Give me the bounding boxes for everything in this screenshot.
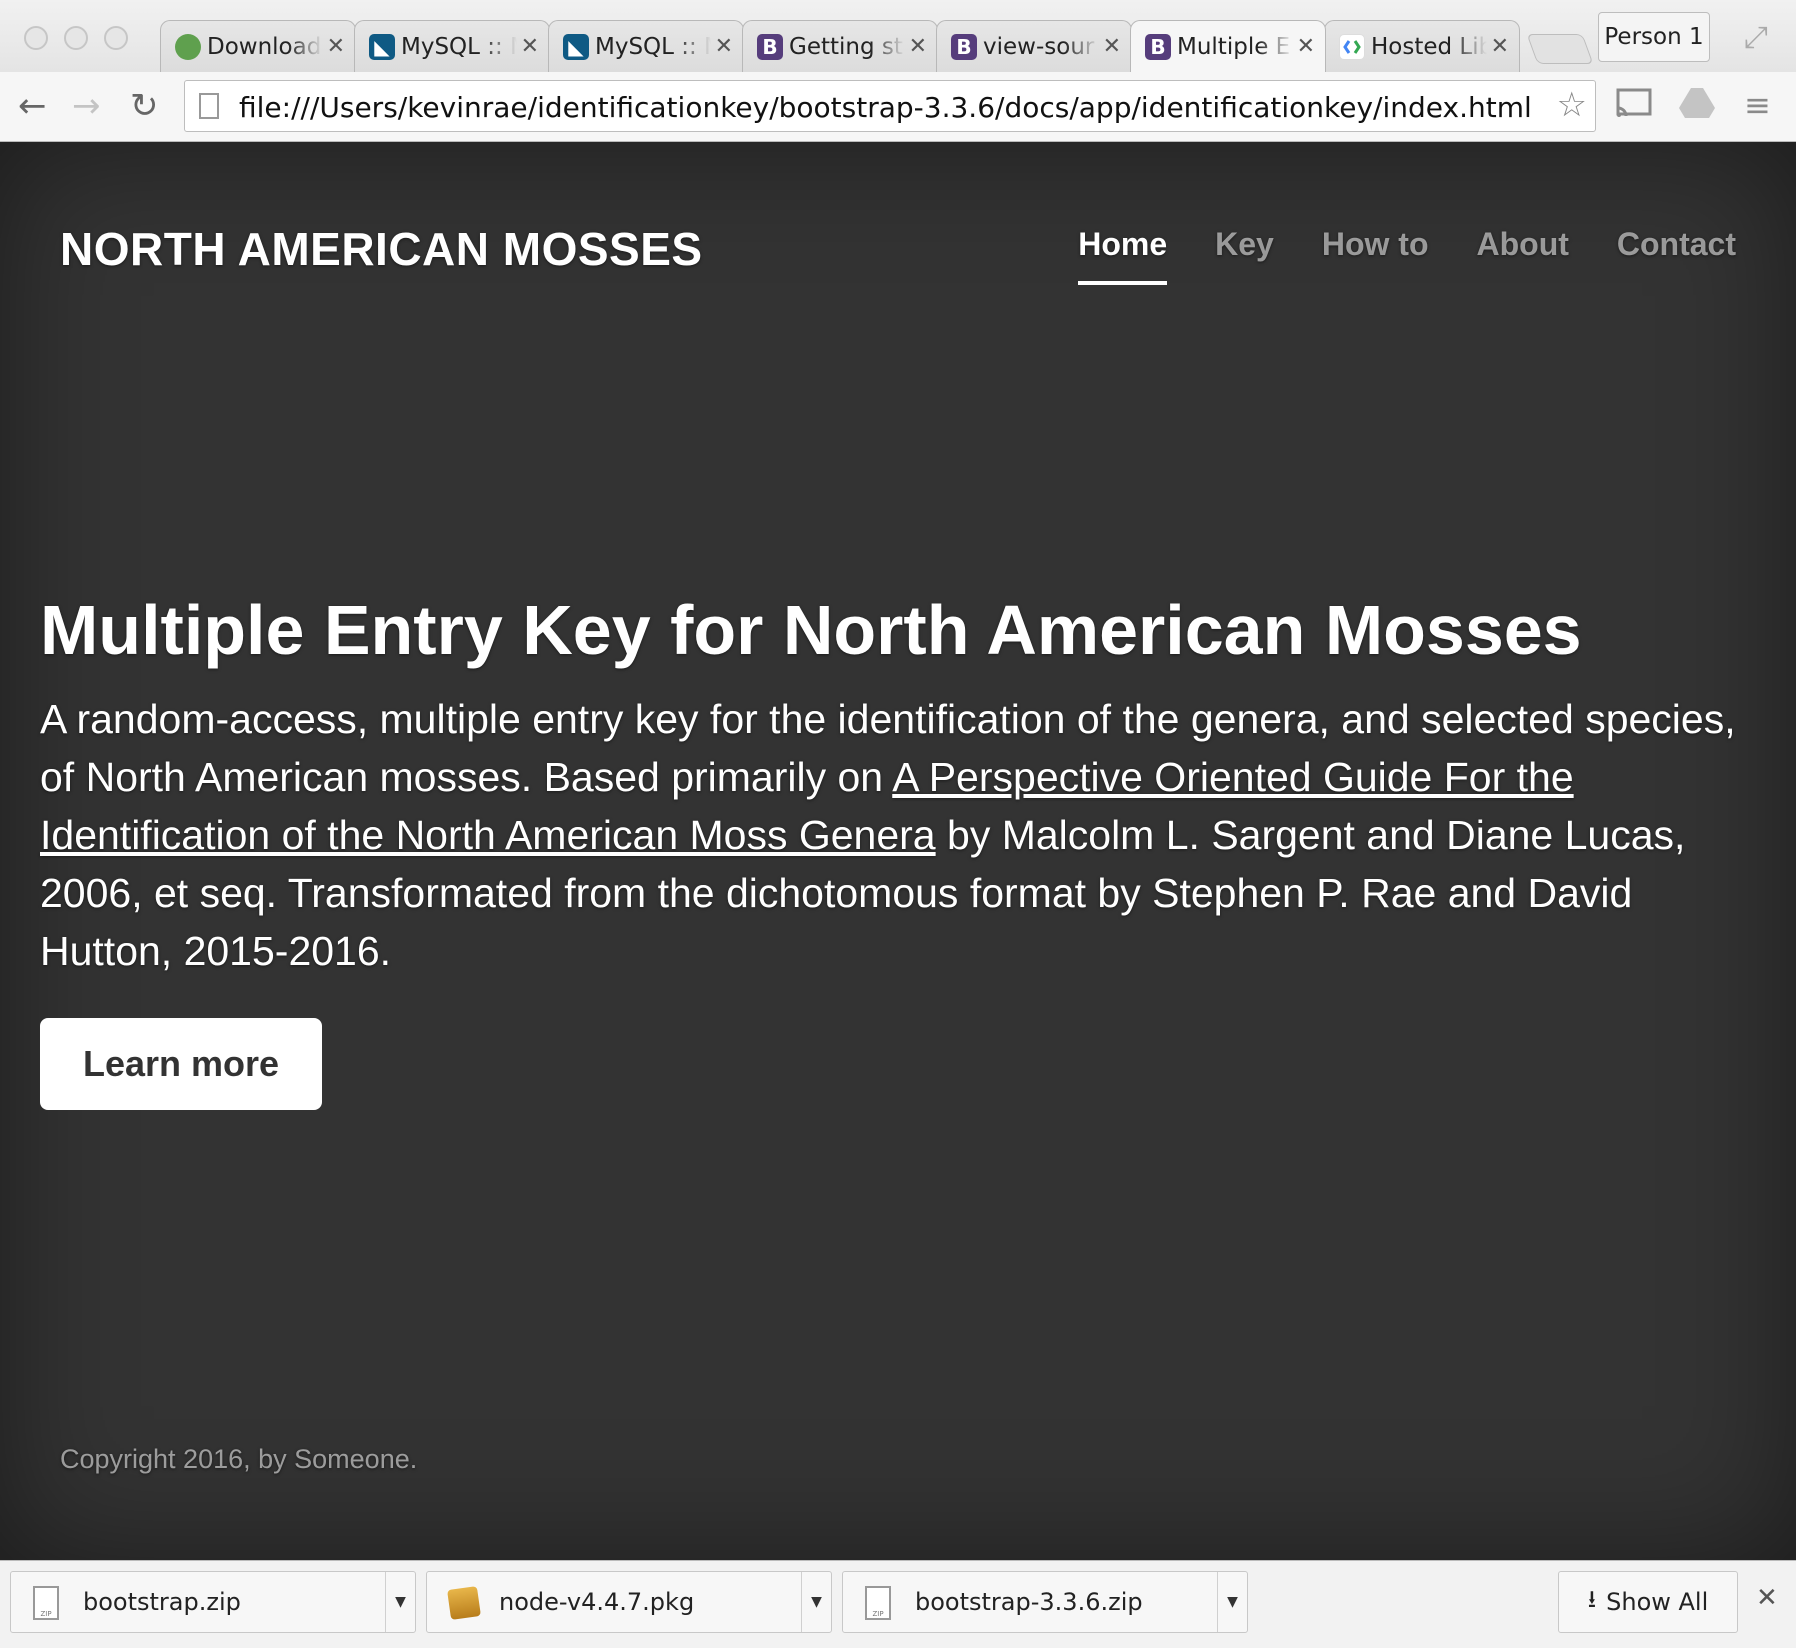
show-all-button[interactable]: ⭳ Show All	[1558, 1571, 1738, 1633]
page-content: NORTH AMERICAN MOSSES Home Key How to Ab…	[0, 142, 1796, 1560]
reload-icon[interactable]: ↻	[130, 86, 159, 126]
download-shelf: ZIP bootstrap.zip ▼ node-v4.4.7.pkg ▼ ZI…	[0, 1560, 1796, 1648]
tab-label: Getting st	[789, 33, 903, 60]
download-filename: node-v4.4.7.pkg	[499, 1588, 695, 1616]
zoom-window-button[interactable]	[104, 26, 128, 50]
download-filename: bootstrap.zip	[83, 1588, 241, 1616]
chevron-down-icon[interactable]: ▼	[801, 1572, 831, 1632]
browser-tab-strip: Download ✕ ◣ MySQL :: M ✕ ◣ MySQL :: M ✕…	[0, 0, 1796, 72]
close-tab-icon[interactable]: ✕	[909, 34, 927, 59]
footer-copyright: Copyright 2016, by Someone.	[60, 1444, 418, 1474]
browser-tab-active[interactable]: B Multiple E ✕	[1130, 20, 1326, 72]
hero-title: Multiple Entry Key for North American Mo…	[40, 591, 1582, 669]
nav-home[interactable]: Home	[1078, 226, 1168, 285]
download-icon: ⭳	[1587, 1584, 1597, 1613]
tab-label: Hosted Lib	[1371, 33, 1487, 60]
nav-about[interactable]: About	[1476, 226, 1568, 285]
nav-key[interactable]: Key	[1215, 226, 1274, 285]
hero-lead: A random-access, multiple entry key for …	[40, 690, 1760, 980]
browser-tab[interactable]: B Getting st ✕	[742, 20, 938, 72]
mysql-icon: ◣	[369, 33, 395, 60]
tab-label: MySQL :: M	[595, 33, 711, 60]
main-nav: Home Key How to About Contact	[1078, 226, 1736, 285]
tab-label: MySQL :: M	[401, 33, 517, 60]
close-tab-icon[interactable]: ✕	[1491, 34, 1509, 59]
bootstrap-icon: B	[1145, 33, 1171, 60]
url-text: file:///Users/kevinrae/identificationkey…	[239, 91, 1532, 124]
nav-how-to[interactable]: How to	[1322, 226, 1429, 285]
menu-icon[interactable]: ≡	[1744, 86, 1771, 124]
close-shelf-icon[interactable]: ✕	[1756, 1583, 1778, 1613]
chevron-down-icon[interactable]: ▼	[385, 1572, 415, 1632]
browser-tab[interactable]: ◣ MySQL :: M ✕	[548, 20, 744, 72]
google-icon	[1339, 33, 1365, 60]
close-tab-icon[interactable]: ✕	[521, 34, 539, 59]
download-item[interactable]: ZIP bootstrap-3.3.6.zip ▼	[842, 1571, 1248, 1633]
download-item[interactable]: node-v4.4.7.pkg ▼	[426, 1571, 832, 1633]
download-item[interactable]: ZIP bootstrap.zip ▼	[10, 1571, 416, 1633]
drive-icon[interactable]	[1678, 86, 1716, 128]
learn-more-button[interactable]: Learn more	[40, 1018, 322, 1110]
tab-label: Multiple E	[1177, 33, 1291, 60]
package-icon	[447, 1586, 481, 1620]
mysql-icon: ◣	[563, 33, 589, 60]
browser-toolbar: ← → ↻ file:///Users/kevinrae/identificat…	[0, 72, 1796, 142]
close-tab-icon[interactable]: ✕	[1103, 34, 1121, 59]
browser-tab[interactable]: ◣ MySQL :: M ✕	[354, 20, 550, 72]
close-tab-icon[interactable]: ✕	[327, 34, 345, 59]
fullscreen-icon[interactable]: ⤢	[1744, 20, 1768, 55]
page-icon	[199, 93, 219, 119]
site-brand[interactable]: NORTH AMERICAN MOSSES	[60, 222, 703, 276]
profile-button[interactable]: Person 1	[1598, 12, 1710, 62]
close-tab-icon[interactable]: ✕	[715, 34, 733, 59]
forward-arrow-icon[interactable]: →	[72, 86, 101, 126]
browser-tab[interactable]: Download ✕	[160, 20, 356, 72]
cast-icon[interactable]	[1614, 86, 1654, 128]
close-window-button[interactable]	[24, 26, 48, 50]
zip-file-icon: ZIP	[865, 1586, 891, 1620]
bookmark-star-icon[interactable]: ☆	[1557, 85, 1587, 125]
new-tab-button[interactable]	[1526, 34, 1594, 64]
browser-tab[interactable]: Hosted Lib ✕	[1324, 20, 1520, 72]
download-filename: bootstrap-3.3.6.zip	[915, 1588, 1143, 1616]
address-bar[interactable]: file:///Users/kevinrae/identificationkey…	[184, 80, 1596, 132]
bootstrap-icon: B	[757, 33, 783, 60]
back-arrow-icon[interactable]: ←	[18, 86, 47, 126]
browser-tab[interactable]: B view-sour ✕	[936, 20, 1132, 72]
tab-label: view-sour	[983, 33, 1095, 60]
tab-label: Download	[207, 33, 322, 60]
node-icon	[175, 33, 201, 60]
zip-file-icon: ZIP	[33, 1586, 59, 1620]
chevron-down-icon[interactable]: ▼	[1217, 1572, 1247, 1632]
close-tab-icon[interactable]: ✕	[1297, 34, 1315, 59]
show-all-label: Show All	[1606, 1588, 1709, 1616]
minimize-window-button[interactable]	[64, 26, 88, 50]
nav-contact[interactable]: Contact	[1617, 226, 1736, 285]
bootstrap-icon: B	[951, 33, 977, 60]
